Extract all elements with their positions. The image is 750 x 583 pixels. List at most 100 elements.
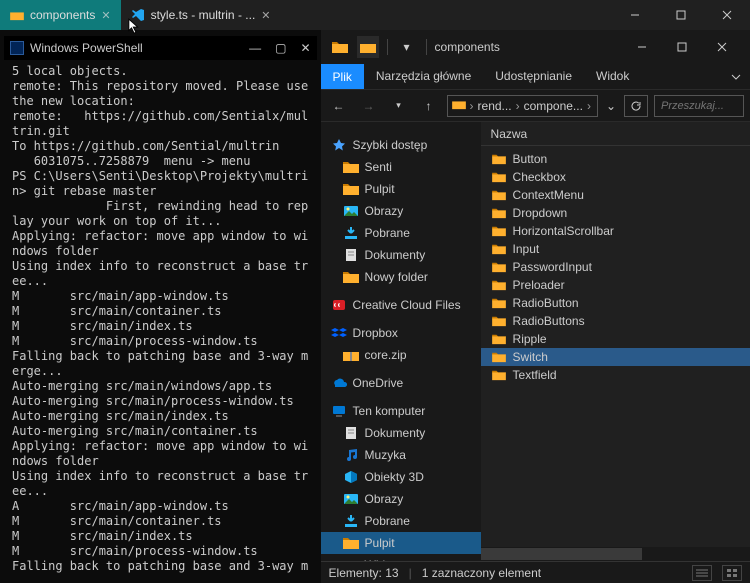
file-item[interactable]: RadioButton xyxy=(481,294,750,312)
file-name: ContextMenu xyxy=(513,188,584,202)
ribbon-expand-button[interactable] xyxy=(722,64,750,89)
folder-icon xyxy=(491,243,507,255)
tree-item[interactable]: Obrazy xyxy=(321,488,481,510)
refresh-button[interactable] xyxy=(624,95,648,117)
view-details-button[interactable] xyxy=(692,565,712,581)
terminal-output[interactable]: 5 local objects. remote: This repository… xyxy=(4,60,317,577)
tree-item-label: Pobrane xyxy=(365,514,410,528)
tree-item-label: Dokumenty xyxy=(365,248,426,262)
tree-item-label: Pulpit xyxy=(365,182,395,196)
tree-item[interactable]: Pobrane xyxy=(321,222,481,244)
column-header-name[interactable]: Nazwa xyxy=(481,122,750,146)
dropbox-icon xyxy=(331,325,347,341)
tree-item[interactable]: Dokumenty xyxy=(321,244,481,266)
tree-item[interactable]: Nowy folder xyxy=(321,266,481,288)
breadcrumbs[interactable]: › rend... › compone... › xyxy=(447,95,598,117)
tab[interactable]: components✕ xyxy=(0,0,121,30)
ribbon-tab-file[interactable]: Plik xyxy=(321,64,364,89)
cc-icon xyxy=(331,297,347,313)
tree-item[interactable]: Senti xyxy=(321,156,481,178)
powershell-titlebar[interactable]: Windows PowerShell — ▢ ✕ xyxy=(4,36,317,60)
file-item[interactable]: Input xyxy=(481,240,750,258)
tab-close-button[interactable]: ✕ xyxy=(101,9,110,22)
tree-item[interactable]: Pobrane xyxy=(321,510,481,532)
file-item[interactable]: RadioButtons xyxy=(481,312,750,330)
file-name: Checkbox xyxy=(513,170,566,184)
documents-icon xyxy=(343,247,359,263)
minimize-button[interactable] xyxy=(612,0,658,30)
ex-minimize-button[interactable] xyxy=(622,42,662,52)
folder-icon xyxy=(491,351,507,363)
file-item[interactable]: Preloader xyxy=(481,276,750,294)
tree-item[interactable]: Obrazy xyxy=(321,200,481,222)
view-icons-button[interactable] xyxy=(722,565,742,581)
folder-icon xyxy=(491,315,507,327)
tree-item[interactable]: Pulpit xyxy=(321,532,481,554)
tab-close-button[interactable]: ✕ xyxy=(261,9,270,22)
status-selection: 1 zaznaczony element xyxy=(422,566,541,580)
overflow-button[interactable]: ▾ xyxy=(396,36,418,58)
explorer-ribbon: Plik Narzędzia główne Udostępnianie Wido… xyxy=(321,64,750,90)
tree-item[interactable]: Dokumenty xyxy=(321,422,481,444)
ps-maximize-button[interactable]: ▢ xyxy=(275,41,286,55)
file-name: Ripple xyxy=(513,332,547,346)
file-list[interactable]: Nazwa Button Checkbox ContextMenu Dropdown H… xyxy=(481,122,750,561)
folder-icon xyxy=(491,297,507,309)
close-button[interactable] xyxy=(704,0,750,30)
file-name: Dropdown xyxy=(513,206,568,220)
file-item[interactable]: Ripple xyxy=(481,330,750,348)
tab[interactable]: style.ts - multrin - ...✕ xyxy=(121,0,281,30)
tree-item[interactable]: core.zip xyxy=(321,344,481,366)
file-name: Preloader xyxy=(513,278,565,292)
file-item[interactable]: Dropdown xyxy=(481,204,750,222)
file-item[interactable]: Button xyxy=(481,150,750,168)
file-item[interactable]: Checkbox xyxy=(481,168,750,186)
tree-item[interactable]: Pulpit xyxy=(321,178,481,200)
file-item[interactable]: Textfield xyxy=(481,366,750,384)
ex-close-button[interactable] xyxy=(702,42,742,52)
star-icon xyxy=(331,137,347,153)
nav-recent-button[interactable]: ▾ xyxy=(387,94,411,118)
onedrive-icon xyxy=(331,375,347,391)
status-count: Elementy: 13 xyxy=(329,566,399,580)
address-bar: ← → ▾ ↑ › rend... › compone... › ⌄ xyxy=(321,90,750,122)
file-hscrollbar[interactable] xyxy=(481,547,750,561)
nav-tree[interactable]: Szybki dostępSentiPulpitObrazyPobraneDok… xyxy=(321,122,481,561)
tree-item[interactable]: Creative Cloud Files xyxy=(321,294,481,316)
ps-close-button[interactable]: ✕ xyxy=(300,41,310,55)
explorer-titlebar[interactable]: ▾ components xyxy=(321,30,750,64)
tree-item[interactable]: Ten komputer xyxy=(321,400,481,422)
tree-item[interactable]: OneDrive xyxy=(321,372,481,394)
maximize-button[interactable] xyxy=(658,0,704,30)
tree-item[interactable]: Dropbox xyxy=(321,322,481,344)
tree-item[interactable]: Szybki dostęp xyxy=(321,134,481,156)
file-item[interactable]: HorizontalScrollbar xyxy=(481,222,750,240)
tree-item[interactable]: Muzyka xyxy=(321,444,481,466)
ex-maximize-button[interactable] xyxy=(662,42,702,52)
app-topbar: components✕style.ts - multrin - ...✕ xyxy=(0,0,750,30)
tree-item[interactable]: Wideo xyxy=(321,554,481,561)
tree-item[interactable]: Obiekty 3D xyxy=(321,466,481,488)
file-item[interactable]: PasswordInput xyxy=(481,258,750,276)
crumb[interactable]: compone... xyxy=(524,99,583,113)
folder-icon xyxy=(343,159,359,175)
ribbon-tab-home[interactable]: Narzędzia główne xyxy=(364,64,483,89)
file-item[interactable]: ContextMenu xyxy=(481,186,750,204)
folder-icon xyxy=(343,269,359,285)
nav-up-button[interactable]: ↑ xyxy=(417,94,441,118)
file-name: Button xyxy=(513,152,548,166)
folder-icon xyxy=(343,181,359,197)
tree-item-label: Creative Cloud Files xyxy=(353,298,461,312)
ribbon-tab-share[interactable]: Udostępnianie xyxy=(483,64,584,89)
file-item[interactable]: Switch xyxy=(481,348,750,366)
nav-back-button[interactable]: ← xyxy=(327,94,351,118)
powershell-pane: Windows PowerShell — ▢ ✕ 5 local objects… xyxy=(0,30,321,583)
zip-icon xyxy=(343,347,359,363)
search-input[interactable] xyxy=(654,95,744,117)
quickaccess-pin-icon[interactable] xyxy=(357,36,379,58)
crumb[interactable]: rend... xyxy=(478,99,512,113)
nav-forward-button[interactable]: → xyxy=(357,94,381,118)
vscode-icon xyxy=(131,8,145,22)
ribbon-tab-view[interactable]: Widok xyxy=(584,64,641,89)
ps-minimize-button[interactable]: — xyxy=(249,41,261,55)
